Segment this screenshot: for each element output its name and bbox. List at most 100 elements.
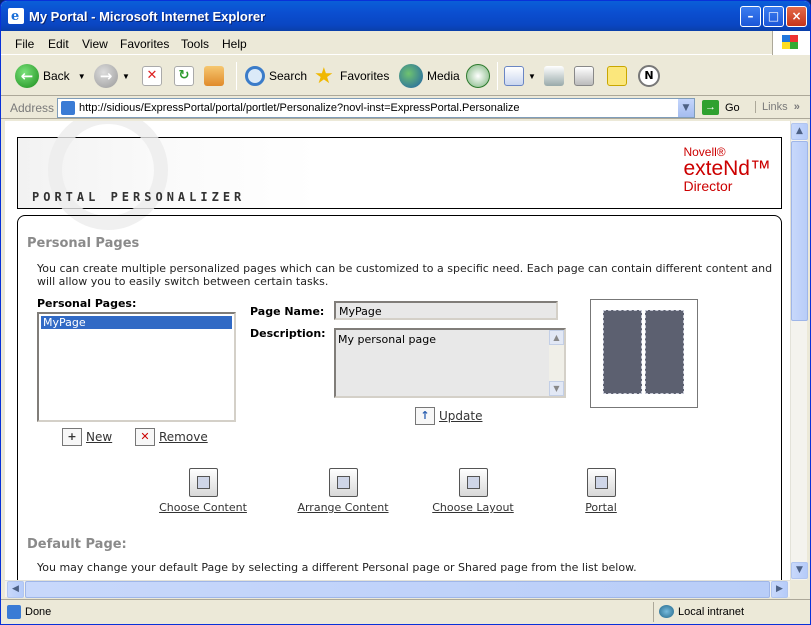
forward-dropdown-icon[interactable]: ▼ [122, 72, 130, 81]
choose-content-icon [188, 468, 218, 497]
messenger-button[interactable]: N [638, 63, 664, 89]
refresh-button[interactable]: ↻ [174, 63, 198, 89]
arrange-content-button[interactable]: Arrange Content [295, 468, 391, 514]
menu-edit[interactable]: Edit [48, 37, 69, 51]
mail-dropdown-icon[interactable]: ▼ [528, 72, 536, 81]
minimize-button[interactable]: – [740, 6, 761, 27]
scroll-right-icon[interactable]: ▶ [771, 581, 788, 598]
portal-icon [586, 468, 616, 497]
windows-logo-icon [772, 31, 810, 55]
intranet-icon [659, 605, 674, 618]
choose-layout-label: Choose Layout [432, 501, 514, 514]
remove-button[interactable]: ✕ Remove [135, 428, 208, 446]
print-button[interactable] [544, 63, 568, 89]
close-button[interactable]: × [786, 6, 807, 27]
note-icon [607, 66, 627, 86]
edit-button[interactable] [574, 63, 598, 89]
menu-help[interactable]: Help [222, 37, 247, 51]
go-label: Go [725, 101, 740, 114]
toolbar-separator [497, 62, 498, 90]
go-button[interactable]: → Go [702, 100, 740, 115]
description-scrollbar[interactable]: ▲ ▼ [549, 330, 564, 396]
home-button[interactable] [204, 63, 228, 89]
choose-content-label: Choose Content [159, 501, 247, 514]
menu-favorites[interactable]: Favorites [120, 37, 169, 51]
description-field[interactable]: My personal page ▲ ▼ [334, 328, 566, 398]
ie-icon: e [8, 8, 24, 24]
stop-button[interactable]: ✕ [142, 63, 166, 89]
menu-tools[interactable]: Tools [181, 37, 209, 51]
menu-view[interactable]: View [82, 37, 108, 51]
horizontal-scroll-thumb[interactable] [25, 581, 770, 598]
personal-pages-list[interactable]: MyPage [37, 312, 236, 422]
address-input[interactable]: http://sidious/ExpressPortal/portal/port… [57, 98, 695, 118]
page-name-label: Page Name: [250, 305, 325, 318]
arrange-content-label: Arrange Content [297, 501, 389, 514]
update-arrow-icon: ↑ [415, 407, 435, 425]
choose-content-button[interactable]: Choose Content [157, 468, 249, 514]
new-button[interactable]: + New [62, 428, 112, 446]
print-icon [544, 66, 564, 86]
go-arrow-icon: → [702, 100, 719, 115]
layout-column-right [645, 310, 684, 394]
arrange-content-icon [328, 468, 358, 497]
description-label: Description: [250, 327, 326, 340]
discuss-button[interactable] [607, 63, 631, 89]
scroll-left-icon[interactable]: ◀ [7, 581, 24, 598]
toolbar-separator [236, 62, 237, 90]
search-button[interactable]: Search [245, 63, 307, 89]
menu-bar: File Edit View Favorites Tools Help [1, 31, 810, 55]
favorites-button[interactable]: ★ Favorites [314, 63, 389, 89]
page-icon [61, 101, 75, 115]
remove-x-icon: ✕ [135, 428, 155, 446]
scroll-up-icon[interactable]: ▲ [791, 123, 808, 140]
choose-layout-button[interactable]: Choose Layout [429, 468, 517, 514]
links-label: Links [762, 101, 788, 113]
remove-label: Remove [159, 430, 208, 444]
personal-pages-list-label: Personal Pages: [37, 297, 137, 310]
window-title: My Portal - Microsoft Internet Explorer [29, 9, 266, 24]
scroll-down-icon[interactable]: ▼ [791, 562, 808, 579]
browser-window: e My Portal - Microsoft Internet Explore… [0, 0, 811, 625]
vertical-scroll-thumb[interactable] [791, 141, 808, 321]
address-label: Address [10, 101, 55, 115]
back-button[interactable]: ← Back ▼ [15, 63, 86, 89]
media-button[interactable]: Media [399, 63, 460, 89]
vertical-scrollbar[interactable]: ▲ ▼ [790, 121, 808, 580]
status-bar: Done Local intranet [1, 599, 810, 624]
address-dropdown-icon[interactable]: ▼ [678, 99, 694, 117]
horizontal-scrollbar[interactable]: ◀ ▶ [5, 580, 790, 598]
media-label: Media [427, 69, 460, 83]
maximize-button[interactable]: □ [763, 6, 784, 27]
address-url: http://sidious/ExpressPortal/portal/port… [79, 102, 520, 114]
novell-logo: Novell® exteNd™ Director [683, 145, 771, 194]
gear-decoration-icon [48, 121, 168, 230]
layout-preview [590, 299, 698, 408]
mail-button[interactable]: ▼ [504, 63, 536, 89]
messenger-icon: N [638, 65, 660, 87]
chevron-right-icon: » [793, 101, 800, 113]
page-viewport: PORTAL PERSONALIZER Novell® exteNd™ Dire… [5, 121, 791, 580]
update-button[interactable]: ↑ Update [415, 407, 482, 425]
favorites-label: Favorites [340, 69, 390, 83]
back-dropdown-icon[interactable]: ▼ [78, 72, 86, 81]
address-bar: Address http://sidious/ExpressPortal/por… [1, 97, 810, 119]
update-label: Update [439, 409, 483, 423]
back-arrow-icon: ← [15, 64, 39, 88]
description-text: My personal page [338, 333, 436, 346]
portal-button[interactable]: Portal [581, 468, 621, 514]
media-globe-icon [399, 64, 423, 88]
list-item[interactable]: MyPage [41, 316, 232, 329]
menu-file[interactable]: File [15, 37, 34, 51]
stop-icon: ✕ [142, 66, 162, 86]
history-button[interactable] [466, 63, 494, 89]
portal-label: Portal [585, 501, 617, 514]
history-icon [466, 64, 490, 88]
page-name-field[interactable]: MyPage [334, 301, 558, 320]
forward-button[interactable]: → ▼ [94, 63, 130, 89]
choose-layout-icon [458, 468, 488, 497]
title-bar: e My Portal - Microsoft Internet Explore… [1, 1, 810, 31]
links-button[interactable]: Links » [755, 101, 810, 113]
status-text: Done [25, 606, 52, 618]
search-icon [245, 66, 265, 86]
